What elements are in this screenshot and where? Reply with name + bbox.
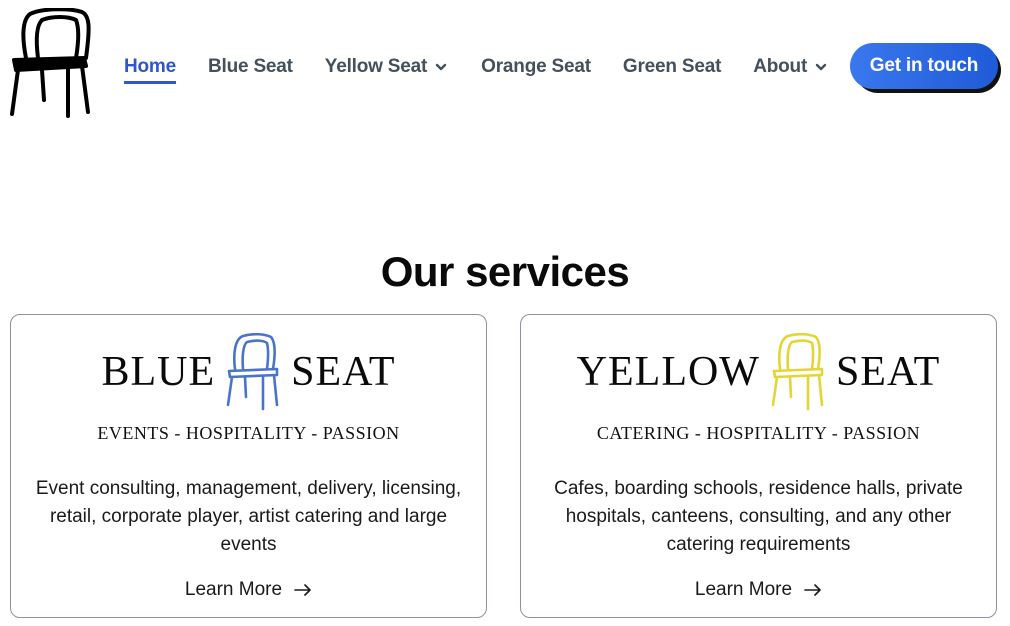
nav-home-label: Home — [124, 56, 176, 77]
brand-right-text: SEAT — [291, 349, 396, 395]
nav-green-seat[interactable]: Green Seat — [622, 52, 722, 82]
main-nav: Home Blue Seat Yellow Seat Orange Seat G… — [124, 52, 827, 84]
chevron-down-icon — [435, 63, 447, 71]
nav-blue-seat[interactable]: Blue Seat — [208, 52, 293, 82]
card-description: Event consulting, management, delivery, … — [35, 478, 462, 555]
nav-orange-seat-label: Orange Seat — [481, 56, 591, 77]
brand-right-text: SEAT — [835, 349, 941, 395]
brand-left-text: BLUE — [101, 349, 216, 395]
yellow-seat-brand: YELLOW SEAT — [521, 333, 996, 411]
nav-yellow-seat[interactable]: Yellow Seat — [325, 52, 447, 82]
blue-chair-icon — [226, 333, 279, 411]
service-card-blue-seat: BLUE SEAT EVENTS - HOSPITALITY - PASSION… — [10, 314, 487, 618]
nav-yellow-seat-label: Yellow Seat — [324, 56, 428, 77]
learn-more-link[interactable]: Learn More — [11, 579, 486, 601]
site-header: Home Blue Seat Yellow Seat Orange Seat G… — [0, 0, 1010, 130]
nav-orange-seat[interactable]: Orange Seat — [481, 52, 591, 82]
learn-more-label: Learn More — [694, 579, 793, 600]
nav-green-seat-label: Green Seat — [622, 56, 722, 77]
chevron-down-icon — [815, 63, 827, 71]
yellow-chair-icon — [771, 333, 824, 411]
nav-home[interactable]: Home — [124, 52, 176, 84]
brand-left-text: YELLOW — [576, 349, 760, 395]
service-card-yellow-seat: YELLOW SEAT CATERING - HOSPITALITY - PAS… — [520, 314, 997, 618]
blue-seat-brand: BLUE SEAT — [11, 333, 486, 411]
card-tagline: CATERING - HOSPITALITY - PASSION — [596, 423, 921, 443]
card-tagline: EVENTS - HOSPITALITY - PASSION — [97, 423, 400, 443]
learn-more-label: Learn More — [184, 579, 283, 600]
nav-blue-seat-label: Blue Seat — [208, 56, 293, 77]
card-description: Cafes, boarding schools, residence halls… — [554, 478, 963, 555]
arrow-right-icon — [294, 584, 311, 596]
get-in-touch-button[interactable]: Get in touch — [850, 43, 998, 89]
arrow-right-icon — [804, 584, 821, 596]
nav-about[interactable]: About — [753, 52, 827, 82]
section-title: Our services — [380, 248, 630, 295]
nav-about-label: About — [753, 56, 808, 77]
learn-more-link[interactable]: Learn More — [521, 579, 996, 601]
chair-logo-icon[interactable] — [8, 8, 92, 122]
